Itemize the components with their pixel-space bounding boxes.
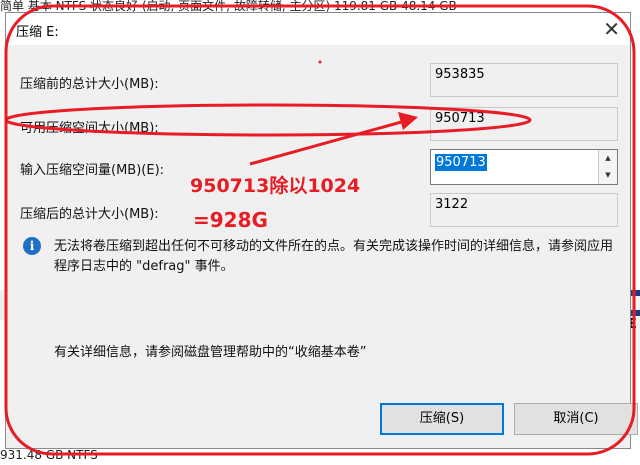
annotation-calc-text: 950713除以1024: [190, 175, 361, 197]
background-volume-bar: [630, 290, 640, 296]
total-size-after-value: 3122: [430, 193, 618, 227]
background-volume-bar: [630, 310, 640, 316]
close-icon[interactable]: ✕: [603, 17, 620, 41]
total-size-before-text: 953835: [435, 67, 485, 82]
shrink-amount-spinner[interactable]: ▲ ▼: [598, 150, 617, 184]
total-size-after-text: 3122: [435, 197, 469, 212]
shrink-amount-input-text[interactable]: 950713: [435, 154, 487, 171]
shrink-button[interactable]: 压缩(S): [380, 403, 504, 435]
spin-down-icon[interactable]: ▼: [599, 167, 617, 184]
info-icon: i: [23, 237, 41, 255]
total-size-before-label: 压缩前的总计大小(MB):: [20, 77, 159, 92]
help-message: 有关详细信息，请参阅磁盘管理帮助中的“收缩基本卷”: [54, 345, 367, 360]
dialog-title: 压缩 E:: [16, 25, 59, 40]
cancel-button[interactable]: 取消(C): [514, 403, 638, 435]
shrink-dialog: 压缩 E: ✕ 压缩前的总计大小(MB): 953835 可用压缩空间大小(MB…: [5, 12, 638, 449]
available-shrink-value: 950713: [430, 107, 618, 141]
shrink-amount-label: 输入压缩空间量(MB)(E):: [20, 163, 165, 178]
annotation-result-text: =928G: [193, 208, 268, 232]
background-disk-size-row: 931.48 GB NTFS: [0, 448, 640, 465]
background-disk-size-text: 931.48 GB NTFS: [0, 448, 98, 462]
info-message: 无法将卷压缩到超出任何不可移动的文件所在的点。有关完成该操作时间的详细信息，请参…: [54, 239, 614, 274]
spin-up-icon[interactable]: ▲: [599, 150, 617, 168]
dialog-titlebar[interactable]: 压缩 E: ✕: [6, 13, 630, 45]
available-shrink-text: 950713: [435, 111, 485, 126]
available-shrink-label: 可用压缩空间大小(MB):: [20, 121, 159, 136]
shrink-amount-input[interactable]: 950713 ▲ ▼: [430, 149, 618, 185]
total-size-after-label: 压缩后的总计大小(MB):: [20, 207, 159, 222]
total-size-before-value: 953835: [430, 63, 618, 97]
